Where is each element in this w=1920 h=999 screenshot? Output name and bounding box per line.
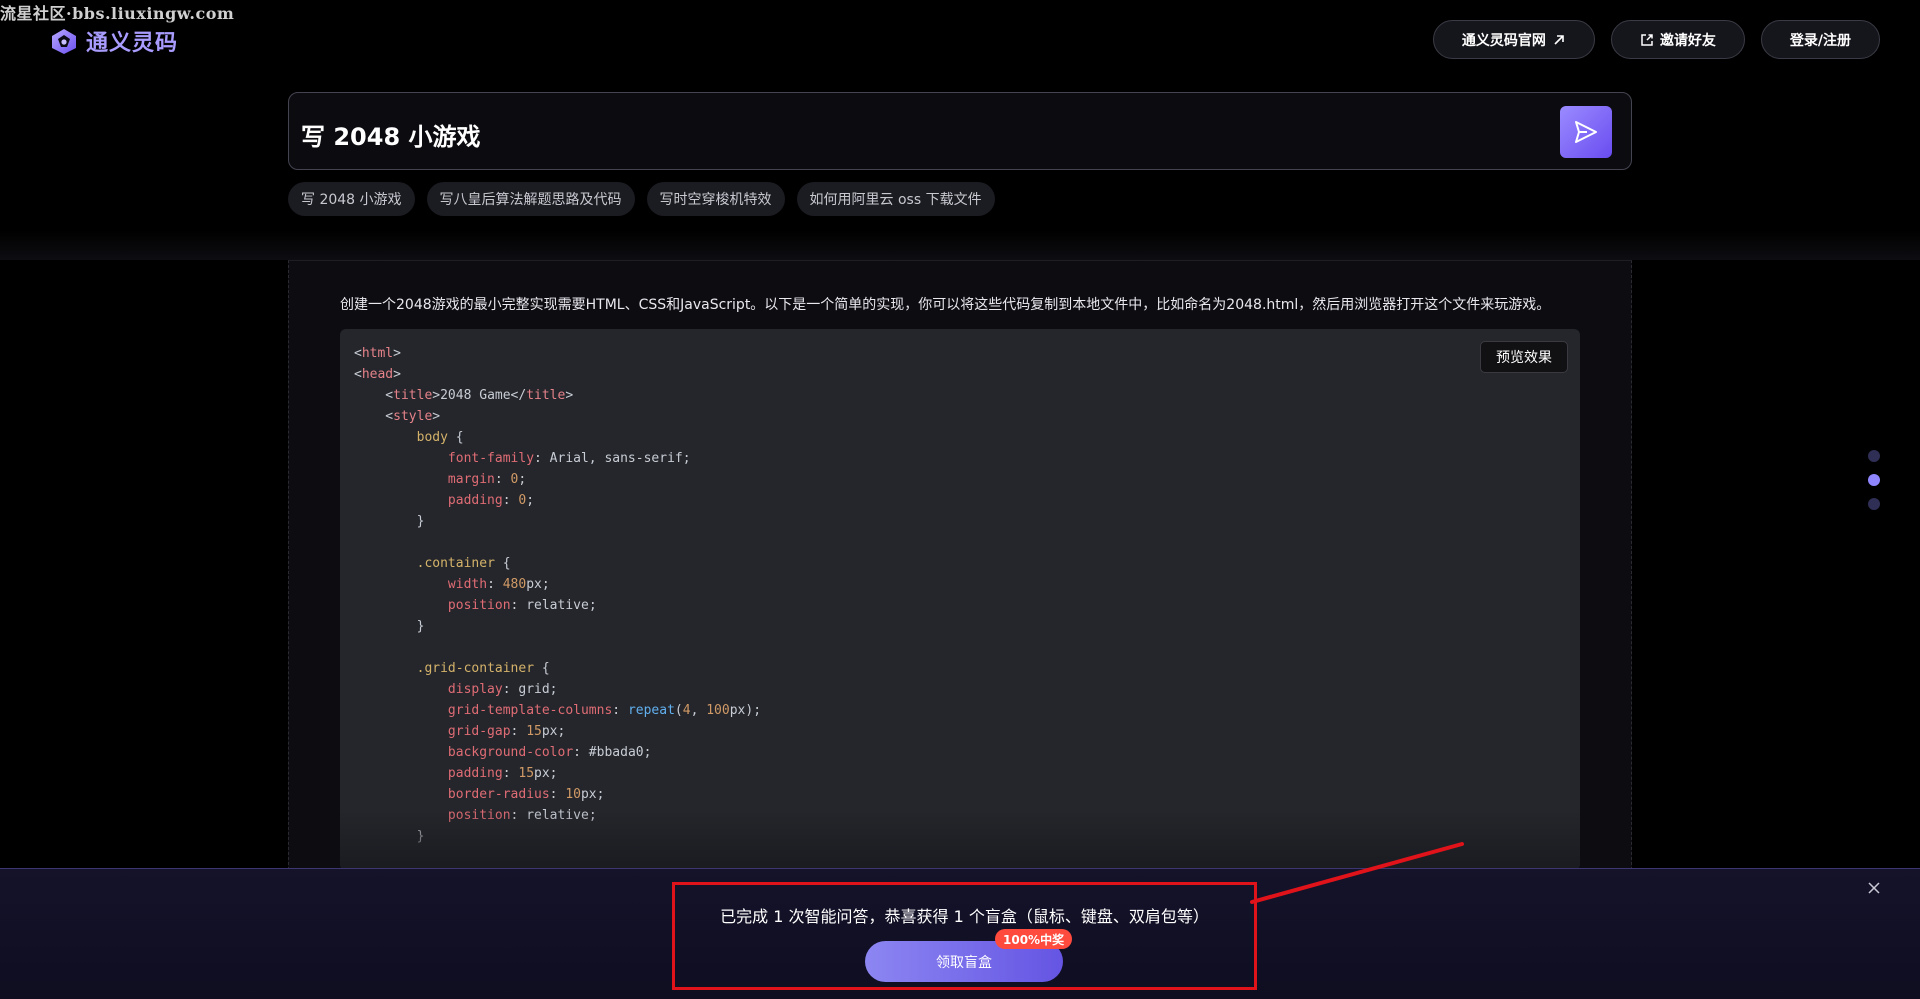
suggestion-chip[interactable]: 写八皇后算法解题思路及代码 [426, 182, 635, 216]
login-register-button[interactable]: 登录/注册 [1760, 20, 1880, 59]
code-line: <style> [354, 409, 441, 424]
code-line: position: relative; [447, 598, 597, 613]
preview-button[interactable]: 预览效果 [1480, 341, 1568, 373]
code-line: .container { [416, 556, 511, 571]
page: 流星社区·bbs.liuxingw.com 通义灵码 通义灵码官网 邀请好友 登… [0, 0, 1920, 999]
code-line: grid-gap: 15px; [447, 724, 566, 739]
logo[interactable]: 通义灵码 [50, 25, 178, 57]
code-block: <html> <head> <title>2048 Game</title> <s… [340, 329, 1580, 870]
logo-text: 通义灵码 [86, 31, 179, 56]
code-line: grid-template-columns: repeat(4, 100px); [447, 703, 762, 718]
official-site-label: 通义灵码官网 [1461, 32, 1546, 49]
tongyi-logo-icon [52, 29, 76, 54]
close-icon [1868, 882, 1880, 894]
code-line: } [354, 619, 425, 634]
send-button[interactable] [1560, 106, 1612, 158]
code-line: <html> [354, 346, 401, 361]
code-line: display: grid; [447, 682, 558, 697]
pagination-dot[interactable] [1868, 474, 1880, 486]
code-line: border-radius: 10px; [447, 787, 605, 802]
close-banner-button[interactable] [1866, 880, 1882, 896]
code-line: .grid-container { [416, 661, 550, 676]
suggestion-chip[interactable]: 写时空穿梭机特效 [646, 182, 785, 216]
section-pagination [1868, 450, 1880, 510]
win-rate-badge: 100%中奖 [995, 929, 1073, 949]
annotation-arrow [1250, 842, 1464, 904]
code-line: margin: 0; [447, 472, 527, 487]
code-line: font-family: Arial, sans-serif; [447, 451, 691, 466]
suggestion-chip[interactable]: 写 2048 小游戏 [288, 182, 415, 216]
search-query[interactable]: 写 2048 小游戏 [301, 117, 481, 152]
invite-friends-button[interactable]: 邀请好友 [1610, 20, 1745, 59]
code-content[interactable]: <html> <head> <title>2048 Game</title> <s… [354, 343, 761, 847]
header-divider [0, 230, 1920, 260]
code-line: background-color: #bbada0; [447, 745, 652, 760]
search-bar[interactable]: 写 2048 小游戏 [288, 92, 1632, 170]
suggestion-chips: 写 2048 小游戏 写八皇后算法解题思路及代码 写时空穿梭机特效 如何用阿里云… [288, 182, 995, 216]
code-line: padding: 15px; [447, 766, 558, 781]
code-line: <head> [354, 367, 401, 382]
promo-message: 已完成 1 次智能问答，恭喜获得 1 个盲盒（鼠标、键盘、双肩包等） [720, 907, 1209, 926]
answer-intro: 创建一个2048游戏的最小完整实现需要HTML、CSS和JavaScript。以… [340, 297, 1551, 313]
share-icon [1641, 33, 1653, 46]
pagination-dot[interactable] [1868, 498, 1880, 510]
top-actions: 通义灵码官网 邀请好友 登录/注册 [1432, 20, 1880, 59]
invite-friends-label: 邀请好友 [1659, 32, 1716, 49]
external-link-arrow-icon [1554, 34, 1564, 45]
code-line: width: 480px; [447, 577, 550, 592]
pagination-dot[interactable] [1868, 450, 1880, 462]
code-line: } [354, 514, 425, 529]
code-line: padding: 0; [447, 493, 535, 508]
suggestion-chip[interactable]: 如何用阿里云 oss 下载文件 [796, 182, 995, 216]
code-line: body { [416, 430, 464, 445]
watermark: 流星社区·bbs.liuxingw.com [0, 4, 235, 23]
promo-highlight-box: 已完成 1 次智能问答，恭喜获得 1 个盲盒（鼠标、键盘、双肩包等） 领取盲盒 … [672, 882, 1257, 990]
send-icon [1575, 121, 1597, 143]
code-line: <title>2048 Game</title> [354, 388, 574, 403]
login-register-label: 登录/注册 [1789, 32, 1851, 49]
official-site-button[interactable]: 通义灵码官网 [1432, 20, 1595, 59]
